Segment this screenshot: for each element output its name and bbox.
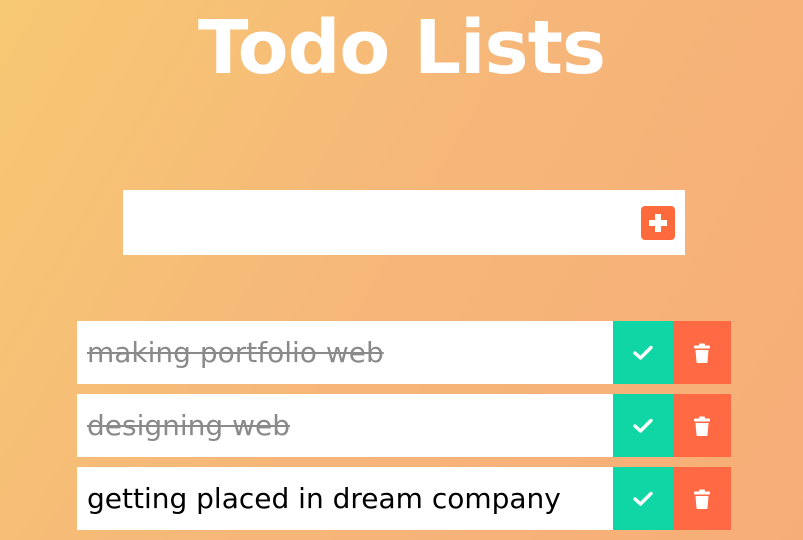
- todo-item: designing web: [77, 394, 731, 457]
- page-title: Todo Lists: [197, 5, 606, 91]
- todo-list: making portfolio web designing web getti…: [77, 321, 731, 540]
- complete-button[interactable]: [613, 321, 674, 384]
- plus-square-icon: [649, 213, 667, 232]
- complete-button[interactable]: [613, 467, 674, 530]
- delete-button[interactable]: [673, 321, 731, 384]
- todo-text: designing web: [77, 394, 614, 457]
- check-icon: [633, 418, 653, 433]
- todo-text: making portfolio web: [77, 321, 614, 384]
- add-todo-button[interactable]: [641, 205, 675, 240]
- todo-item: making portfolio web: [77, 321, 731, 384]
- todo-input[interactable]: [123, 190, 641, 255]
- check-icon: [633, 345, 653, 360]
- check-icon: [633, 491, 653, 506]
- trash-icon: [694, 416, 711, 436]
- delete-button[interactable]: [673, 394, 731, 457]
- todo-item: getting placed in dream company: [77, 467, 731, 530]
- todo-text: getting placed in dream company: [77, 467, 614, 530]
- delete-button[interactable]: [673, 467, 731, 530]
- complete-button[interactable]: [613, 394, 674, 457]
- todo-form: [123, 190, 685, 255]
- trash-icon: [694, 489, 711, 509]
- trash-icon: [694, 343, 711, 363]
